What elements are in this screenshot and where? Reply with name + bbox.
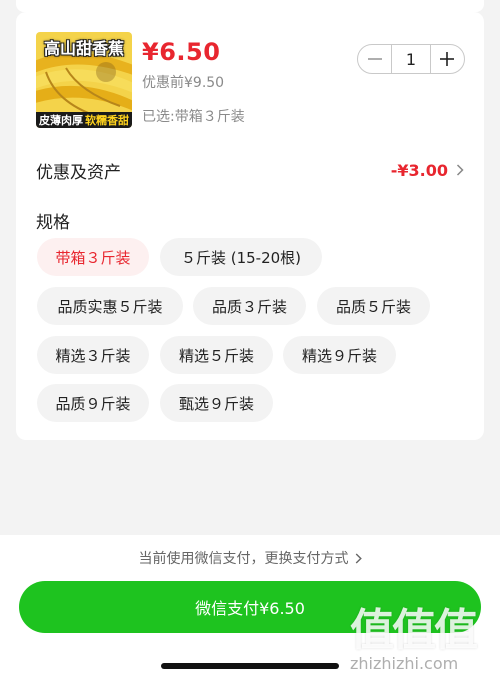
product-price: ¥6.50 bbox=[142, 38, 221, 66]
spec-title: 规格 bbox=[36, 213, 70, 233]
watermark: 值值值 zhizhizhi.com bbox=[344, 594, 494, 680]
image-caption-bar: 皮薄肉厚 软糯香甜 bbox=[36, 112, 132, 128]
spec-option-6[interactable]: 精选５斤装 bbox=[160, 336, 273, 374]
watermark-glyphs: 值值值 bbox=[350, 605, 478, 656]
image-caption-yellow: 软糯香甜 bbox=[85, 114, 129, 127]
payment-hint-text: 当前使用微信支付，更换支付方式 bbox=[138, 551, 349, 567]
change-payment-link[interactable]: 当前使用微信支付，更换支付方式 bbox=[0, 548, 500, 568]
discount-amount: -¥3.00 bbox=[390, 160, 448, 180]
spec-option-3[interactable]: 品质３斤装 bbox=[193, 287, 306, 325]
spec-option-5[interactable]: 精选３斤装 bbox=[37, 336, 149, 374]
spec-option-8[interactable]: 品质９斤装 bbox=[37, 384, 149, 422]
quantity-stepper: 1 bbox=[357, 44, 465, 74]
previous-card-edge bbox=[16, 0, 484, 12]
discount-label: 优惠及资产 bbox=[36, 162, 121, 183]
spec-option-0[interactable]: 带箱３斤装 bbox=[37, 238, 149, 276]
discount-row[interactable]: 优惠及资产 -¥3.00 bbox=[36, 158, 464, 183]
chevron-right-icon bbox=[355, 552, 362, 564]
spec-option-7[interactable]: 精选９斤装 bbox=[283, 336, 396, 374]
watermark-url: zhizhizhi.com bbox=[350, 654, 459, 673]
spec-option-1[interactable]: ５斤装 (15-20根) bbox=[160, 238, 322, 276]
discount-right: -¥3.00 bbox=[391, 161, 464, 180]
spec-option-2[interactable]: 品质实惠５斤装 bbox=[37, 287, 183, 325]
minus-icon bbox=[367, 58, 382, 60]
image-caption-white: 皮薄肉厚 bbox=[39, 114, 83, 127]
quantity-value[interactable]: 1 bbox=[391, 45, 431, 73]
selected-spec-text: 已选:带箱３斤装 bbox=[142, 109, 245, 125]
decrease-button[interactable] bbox=[358, 45, 391, 73]
plus-icon bbox=[440, 52, 455, 66]
product-image: 高山甜香蕉 皮薄肉厚 软糯香甜 bbox=[36, 32, 132, 128]
spec-option-9[interactable]: 甄选９斤装 bbox=[160, 384, 273, 422]
increase-button[interactable] bbox=[431, 45, 464, 73]
spec-option-4[interactable]: 品质５斤装 bbox=[317, 287, 430, 325]
pre-discount-price: 优惠前¥9.50 bbox=[142, 75, 225, 91]
chevron-right-icon bbox=[456, 164, 464, 176]
image-title-text: 高山甜香蕉 bbox=[43, 39, 124, 58]
home-indicator bbox=[161, 663, 339, 669]
